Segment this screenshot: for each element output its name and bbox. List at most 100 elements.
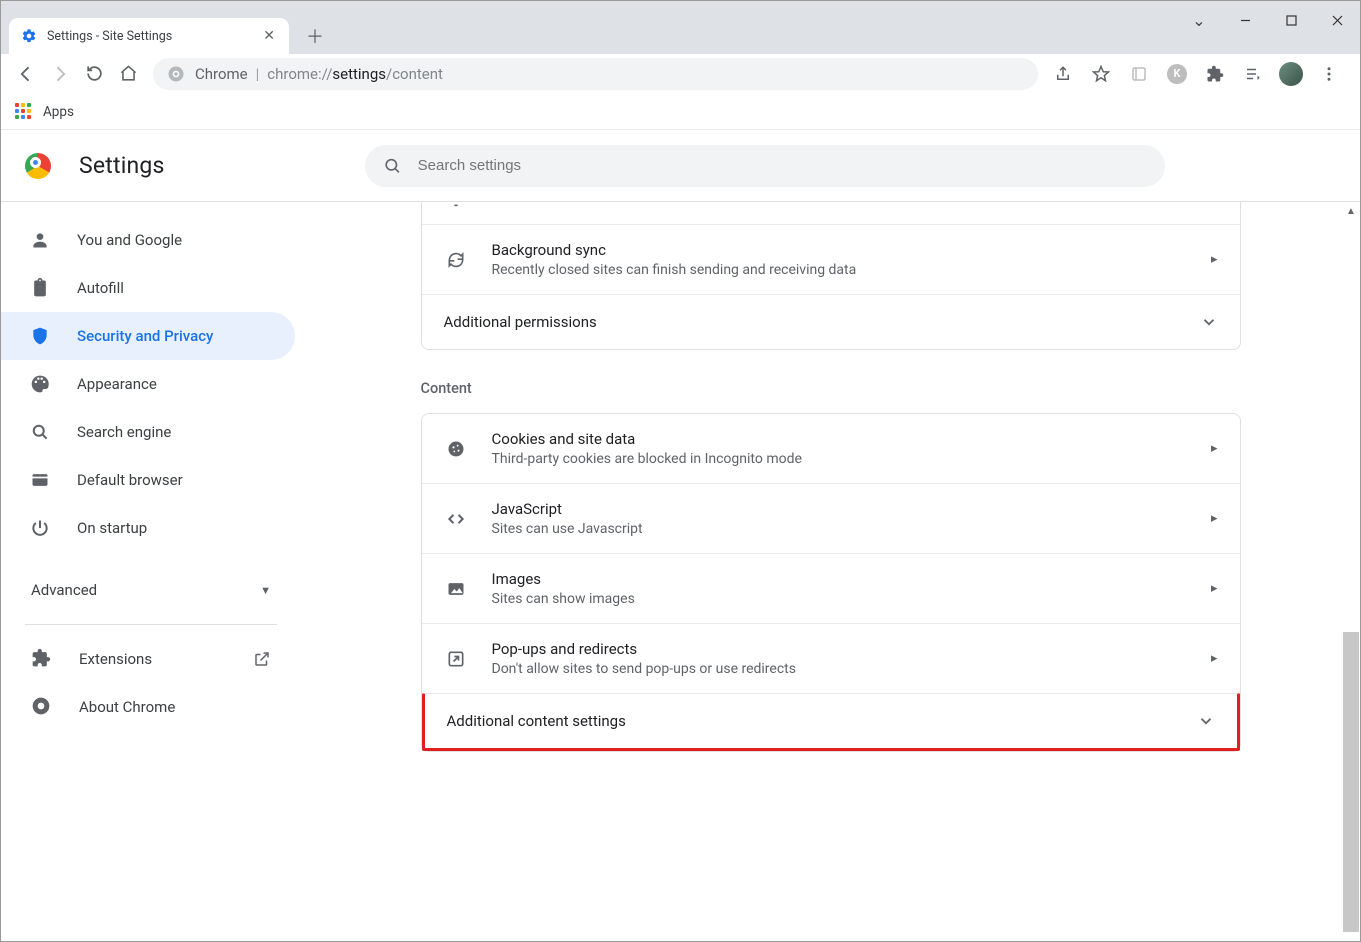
settings-sidebar: You and Google Autofill Security and Pri… [1,202,301,941]
popup-icon [444,649,468,669]
permissions-card: Notifications Sites can ask to send noti… [421,202,1241,350]
minimize-button[interactable] [1222,1,1268,39]
tab-title: Settings - Site Settings [47,29,261,44]
content-card: Cookies and site data Third-party cookie… [421,413,1241,752]
sidebar-item-default-browser[interactable]: Default browser [1,456,295,504]
row-subtitle: Third-party cookies are blocked in Incog… [492,451,1211,467]
row-subtitle: Recently closed sites can finish sending… [492,262,1211,278]
content-section-label: Content [421,380,1241,397]
new-tab-button[interactable]: ＋ [301,22,329,50]
sidebar-advanced-toggle[interactable]: Advanced ▼ [1,566,301,614]
chevron-right-icon: ▸ [1211,441,1218,456]
address-bar[interactable]: Chrome | chrome://settings/content [153,58,1038,90]
setting-row-images[interactable]: Images Sites can show images ▸ [422,553,1240,623]
bell-icon [444,202,468,208]
settings-header: Settings [1,130,1360,202]
row-title: Images [492,570,1211,588]
sidebar-item-security-privacy[interactable]: Security and Privacy [1,312,295,360]
browser-tab[interactable]: Settings - Site Settings ✕ [9,18,289,54]
sidebar-item-on-startup[interactable]: On startup [1,504,295,552]
sidebar-item-appearance[interactable]: Appearance [1,360,295,408]
row-subtitle: Don't allow sites to send pop-ups or use… [492,661,1211,677]
image-icon [444,579,468,599]
row-title: JavaScript [492,500,1211,518]
page-title: Settings [79,152,165,179]
tab-search-icon[interactable]: ⌄ [1176,1,1222,39]
setting-row-javascript[interactable]: JavaScript Sites can use Javascript ▸ [422,483,1240,553]
shield-icon [29,325,51,347]
chevron-right-icon: ▸ [1211,651,1218,666]
sidebar-item-label: Security and Privacy [77,327,213,345]
chevron-right-icon: ▸ [1211,511,1218,526]
chrome-logo-icon [25,153,51,179]
url-part: settings [332,65,386,83]
back-button[interactable] [9,57,43,91]
puzzle-icon [31,648,53,670]
additional-content-settings-expander[interactable]: Additional content settings [422,693,1240,751]
forward-button[interactable] [43,57,77,91]
row-title: Additional permissions [444,313,1200,331]
chevron-down-icon: ▼ [260,584,271,597]
sidebar-item-extensions[interactable]: Extensions [1,635,301,683]
chevron-down-icon [1197,712,1215,730]
profile-avatar[interactable] [1274,57,1308,91]
close-window-button[interactable] [1314,1,1360,39]
sidebar-item-label: On startup [77,519,147,537]
external-link-icon [253,650,271,668]
cookie-icon [444,439,468,459]
maximize-button[interactable] [1268,1,1314,39]
code-icon [444,509,468,529]
share-icon[interactable] [1046,57,1080,91]
power-icon [29,517,51,539]
reading-list-icon[interactable] [1122,57,1156,91]
chrome-icon [31,696,53,718]
clipboard-icon [29,277,51,299]
search-icon [29,421,51,443]
extension-k-icon[interactable]: K [1160,57,1194,91]
settings-content: ▲ Notifications Sites can ask to send no… [301,202,1360,941]
additional-permissions-expander[interactable]: Additional permissions [422,294,1240,349]
setting-row-background-sync[interactable]: Background sync Recently closed sites ca… [422,224,1240,294]
reload-button[interactable] [77,57,111,91]
setting-row-cookies[interactable]: Cookies and site data Third-party cookie… [422,414,1240,483]
sidebar-item-label: Appearance [77,375,157,393]
url-scheme: Chrome [195,65,248,83]
window-controls: ⌄ [1176,1,1360,39]
browser-tabstrip: Settings - Site Settings ✕ ＋ ⌄ [1,1,1360,54]
row-subtitle: Sites can use Javascript [492,521,1211,537]
sidebar-item-label: Extensions [79,650,152,668]
site-info-icon[interactable] [167,65,185,83]
sidebar-item-label: Autofill [77,279,124,297]
advanced-label: Advanced [31,581,97,599]
sidebar-item-label: Default browser [77,471,183,489]
home-button[interactable] [111,57,145,91]
setting-row-popups[interactable]: Pop-ups and redirects Don't allow sites … [422,623,1240,693]
row-title: Pop-ups and redirects [492,640,1211,658]
browser-window-icon [29,469,51,491]
sidebar-item-search-engine[interactable]: Search engine [1,408,295,456]
chevron-right-icon: ▸ [1211,202,1218,206]
chrome-menu-icon[interactable] [1312,57,1346,91]
apps-icon[interactable] [15,103,33,121]
url-part: /content [386,65,443,83]
apps-bookmark[interactable]: Apps [43,104,74,120]
setting-row-notifications[interactable]: Notifications Sites can ask to send noti… [422,202,1240,224]
divider [25,624,277,625]
row-title: Background sync [492,241,1211,259]
row-title: Additional content settings [447,712,1197,730]
url-part: chrome:// [267,65,332,83]
chevron-right-icon: ▸ [1211,252,1218,267]
search-settings-box[interactable] [365,145,1165,187]
media-control-icon[interactable] [1236,57,1270,91]
sidebar-item-you-and-google[interactable]: You and Google [1,216,295,264]
extensions-puzzle-icon[interactable] [1198,57,1232,91]
sidebar-item-label: You and Google [77,231,182,249]
person-icon [29,229,51,251]
chevron-down-icon [1200,313,1218,331]
bookmark-star-icon[interactable] [1084,57,1118,91]
browser-toolbar: Chrome | chrome://settings/content K [1,54,1360,94]
sidebar-item-about-chrome[interactable]: About Chrome [1,683,301,731]
sidebar-item-autofill[interactable]: Autofill [1,264,295,312]
search-settings-input[interactable] [418,157,1147,174]
close-tab-icon[interactable]: ✕ [261,28,277,44]
